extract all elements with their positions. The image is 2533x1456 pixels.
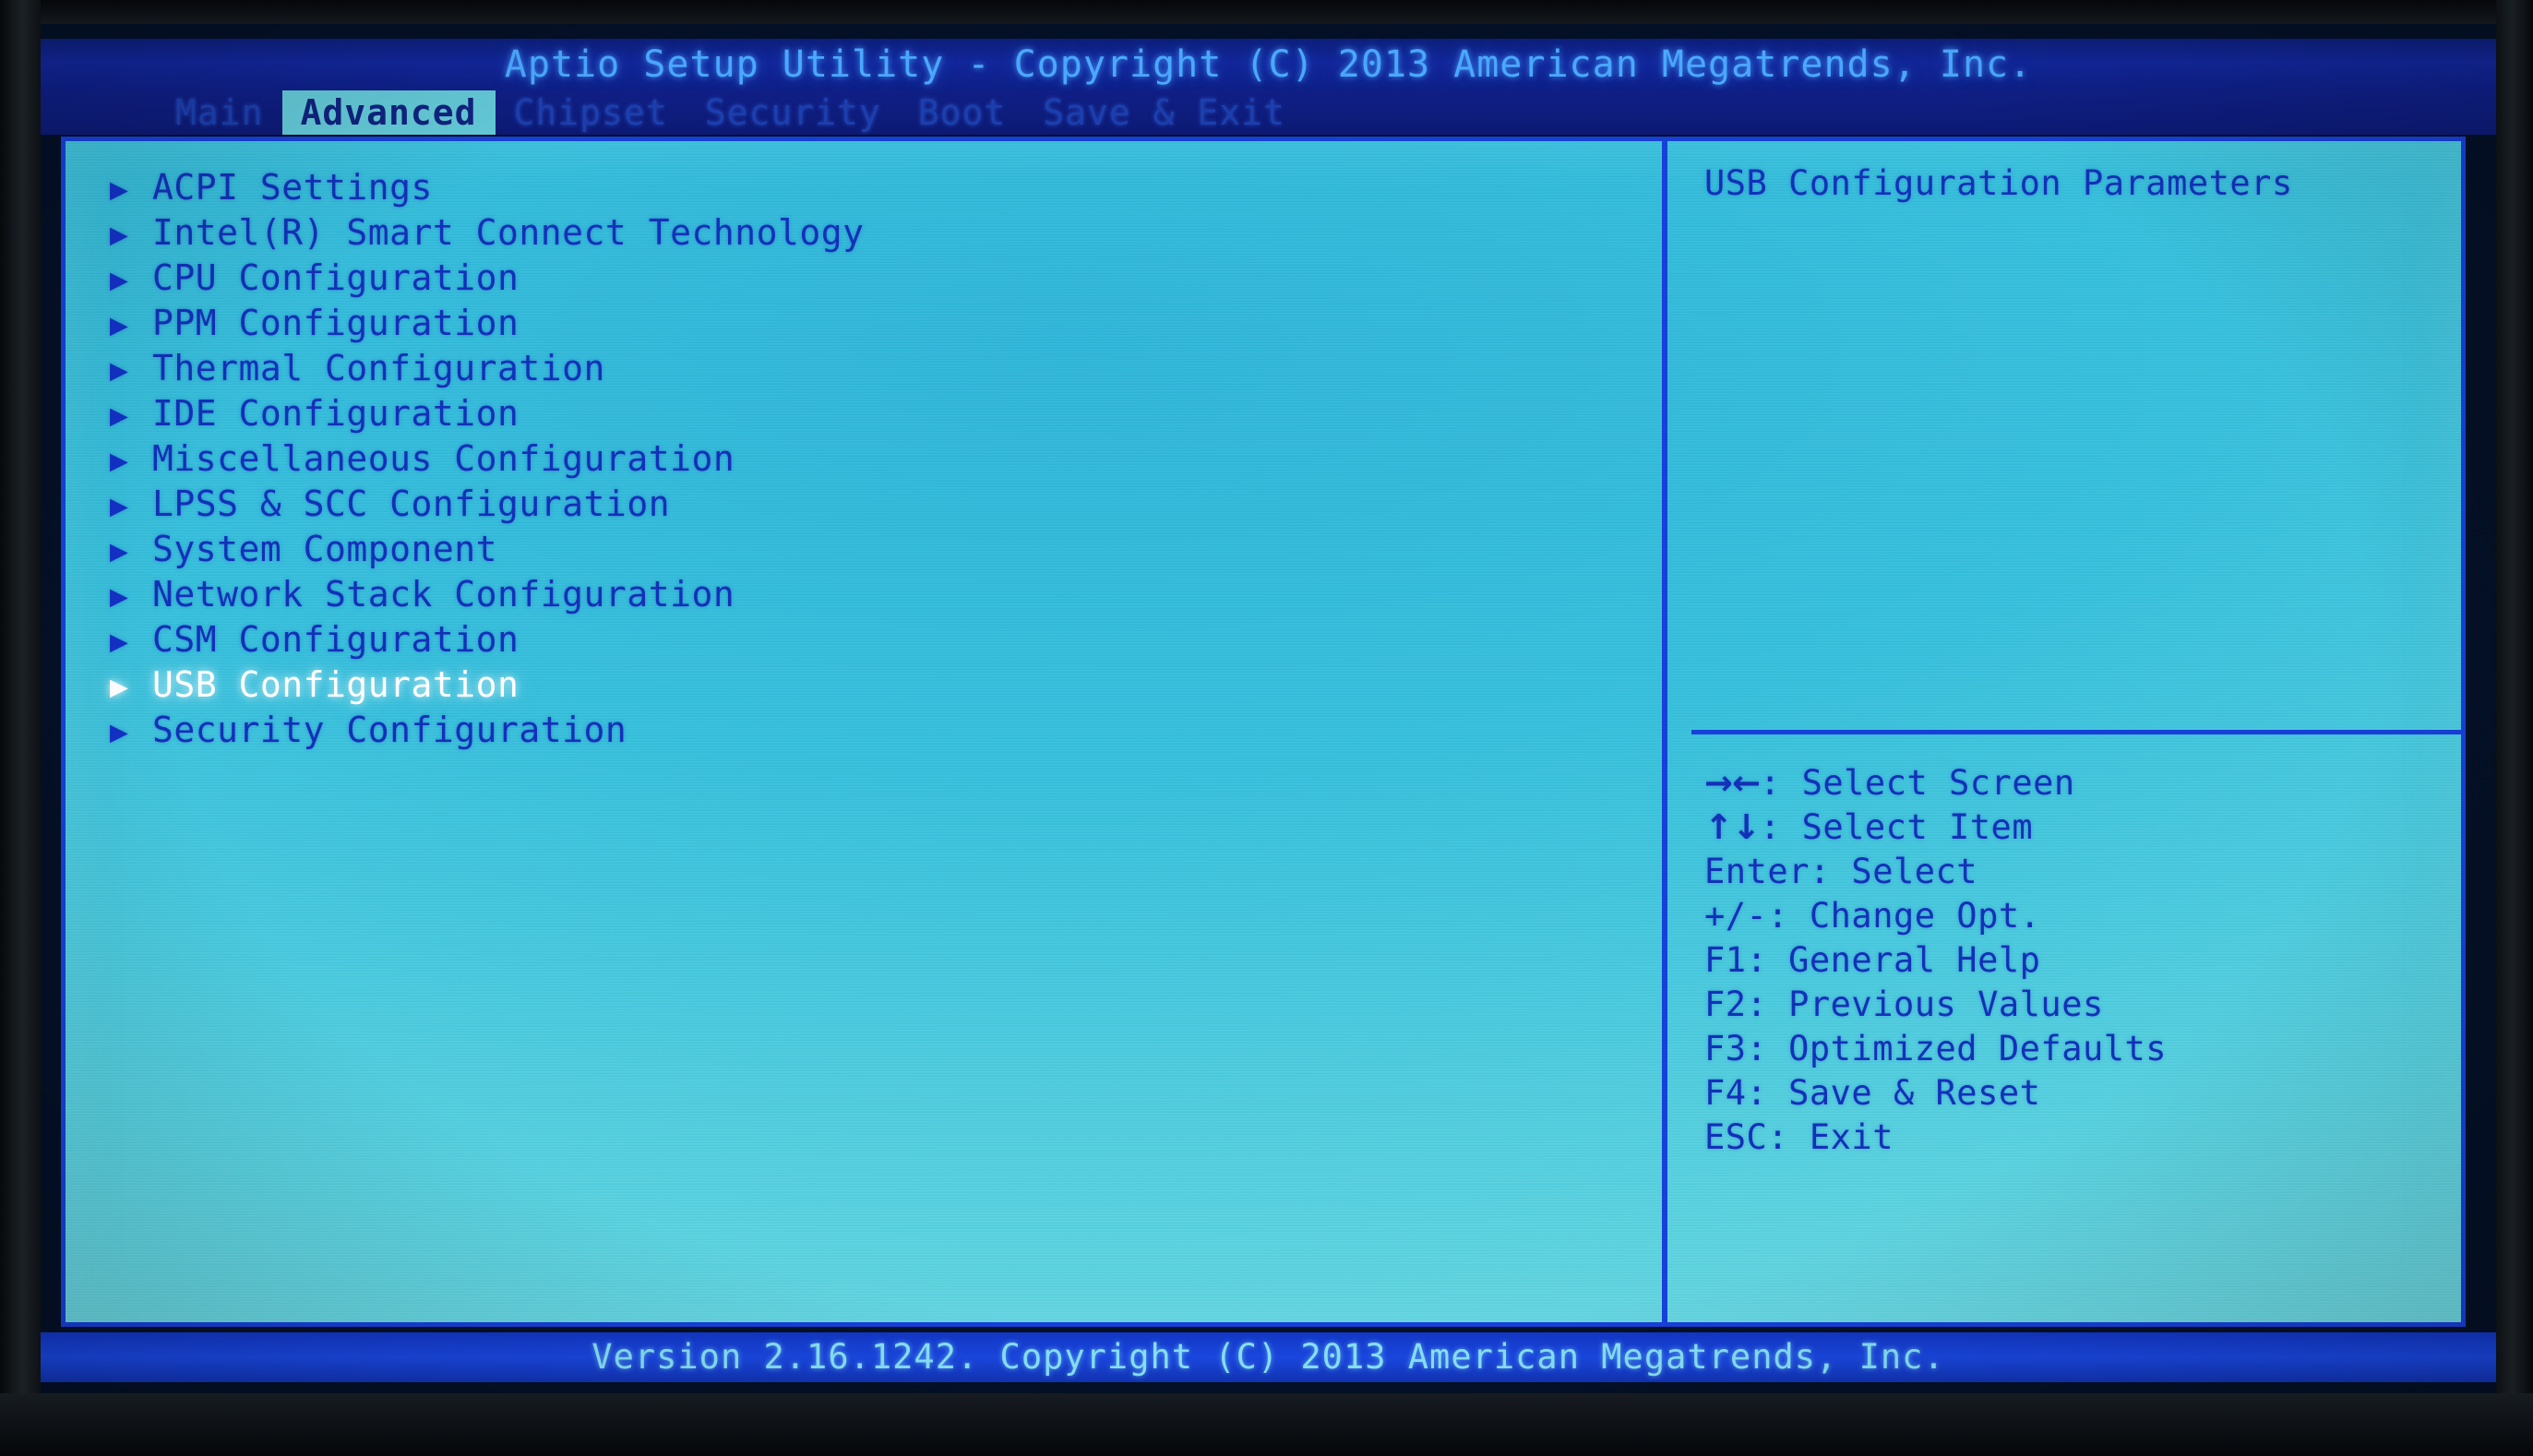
submenu-arrow-icon: ▶ (110, 623, 129, 659)
key-legend-label: F3: Optimized Defaults (1704, 1029, 2168, 1068)
key-legend-label: F4: Save & Reset (1704, 1073, 2041, 1113)
submenu-arrow-icon: ▶ (110, 532, 129, 568)
menu-item-intel-r-smart-connect-technology[interactable]: ▶ Intel(R) Smart Connect Technology (110, 210, 1632, 256)
menu-item-ide-configuration[interactable]: ▶ IDE Configuration (110, 391, 1632, 436)
submenu-arrow-icon: ▶ (110, 713, 129, 749)
tab-chipset[interactable]: Chipset (496, 90, 687, 135)
tab-main[interactable]: Main (157, 90, 282, 135)
menu-item-ppm-configuration[interactable]: ▶ PPM Configuration (110, 301, 1632, 346)
title-bar: Aptio Setup Utility - Copyright (C) 2013… (41, 39, 2496, 90)
menu-item-label: IDE Configuration (152, 393, 520, 434)
submenu-arrow-icon: ▶ (110, 261, 129, 297)
arrow-keys-icon: ↑↓ (1704, 807, 1761, 847)
key-legend-label: : Select Item (1760, 807, 2034, 847)
menu-item-cpu-configuration[interactable]: ▶ CPU Configuration (110, 256, 1632, 301)
menu-item-lpss-scc-configuration[interactable]: ▶ LPSS & SCC Configuration (110, 482, 1632, 527)
menu-item-label: Network Stack Configuration (152, 574, 735, 615)
submenu-arrow-icon: ▶ (110, 397, 129, 433)
menu-item-csm-configuration[interactable]: ▶ CSM Configuration (110, 617, 1632, 662)
submenu-arrow-icon: ▶ (110, 306, 129, 342)
key-legend-label: F2: Previous Values (1704, 985, 2104, 1024)
key-legend-row: F4: Save & Reset (1704, 1071, 2443, 1116)
arrow-keys-icon: →← (1704, 763, 1761, 803)
submenu-arrow-icon: ▶ (110, 442, 129, 478)
key-legend-list: →←: Select Screen ↑↓: Select Item Enter: S… (1704, 761, 2443, 1160)
bios-screen: Aptio Setup Utility - Copyright (C) 2013… (41, 24, 2496, 1393)
key-legend-row: ↑↓: Select Item (1704, 806, 2443, 850)
menu-item-miscellaneous-configuration[interactable]: ▶ Miscellaneous Configuration (110, 436, 1632, 482)
menu-item-thermal-configuration[interactable]: ▶ Thermal Configuration (110, 346, 1632, 391)
tab-security[interactable]: Security (687, 90, 900, 135)
monitor-bezel-right (2496, 0, 2533, 1456)
submenu-arrow-icon: ▶ (110, 578, 129, 614)
menu-item-label: CPU Configuration (152, 257, 520, 298)
menu-item-label: Intel(R) Smart Connect Technology (152, 212, 865, 253)
menu-item-list: ▶ ACPI Settings ▶ Intel(R) Smart Connect Te… (110, 165, 1632, 753)
bios-photo-frame: Aptio Setup Utility - Copyright (C) 2013… (0, 0, 2533, 1456)
key-legend-row: F3: Optimized Defaults (1704, 1027, 2443, 1071)
menu-item-usb-configuration[interactable]: ▶ USB Configuration (110, 662, 1632, 708)
monitor-bezel-top (0, 0, 2533, 24)
menu-item-label: Thermal Configuration (152, 348, 605, 388)
submenu-arrow-icon: ▶ (110, 668, 129, 704)
key-legend-row: F1: General Help (1704, 938, 2443, 983)
key-legend-row: Enter: Select (1704, 850, 2443, 894)
key-legend-label: ESC: Exit (1704, 1117, 1894, 1157)
key-legend-label: Enter: Select (1704, 852, 1978, 891)
menu-item-label: PPM Configuration (152, 303, 520, 343)
submenu-arrow-icon: ▶ (110, 216, 129, 252)
key-legend-label: : Select Screen (1760, 763, 2075, 803)
help-description: USB Configuration Parameters (1704, 163, 2293, 203)
pane-vertical-divider (1662, 141, 1667, 1322)
menu-item-label: Miscellaneous Configuration (152, 438, 735, 479)
menu-item-label: Security Configuration (152, 710, 627, 750)
menu-item-system-component[interactable]: ▶ System Component (110, 527, 1632, 572)
key-legend-row: →←: Select Screen (1704, 761, 2443, 806)
content-frame: ▶ ACPI Settings ▶ Intel(R) Smart Connect Te… (61, 137, 2466, 1327)
monitor-bezel-bottom (0, 1393, 2533, 1456)
help-pane: USB Configuration Parameters →←: Select … (1667, 141, 2461, 1322)
advanced-menu-pane: ▶ ACPI Settings ▶ Intel(R) Smart Connect Te… (66, 141, 1662, 1322)
key-legend-row: ESC: Exit (1704, 1116, 2443, 1160)
menu-tab-bar: Main Advanced Chipset Security Boot Save & Ex… (41, 90, 2496, 135)
key-legend-row: +/-: Change Opt. (1704, 894, 2443, 938)
menu-item-acpi-settings[interactable]: ▶ ACPI Settings (110, 165, 1632, 210)
tab-boot[interactable]: Boot (900, 90, 1025, 135)
menu-item-label: ACPI Settings (152, 167, 433, 208)
key-legend-row: F2: Previous Values (1704, 983, 2443, 1027)
key-legend-label: F1: General Help (1704, 940, 2041, 980)
menu-item-label: LPSS & SCC Configuration (152, 483, 671, 524)
submenu-arrow-icon: ▶ (110, 171, 129, 207)
menu-item-label: USB Configuration (152, 664, 520, 705)
version-footer: Version 2.16.1242. Copyright (C) 2013 Am… (41, 1332, 2496, 1382)
menu-item-label: CSM Configuration (152, 619, 520, 660)
key-legend-label: +/-: Change Opt. (1704, 896, 2041, 936)
submenu-arrow-icon: ▶ (110, 352, 129, 388)
monitor-bezel-left (0, 0, 41, 1456)
menu-item-network-stack-configuration[interactable]: ▶ Network Stack Configuration (110, 572, 1632, 617)
tab-save-exit[interactable]: Save & Exit (1024, 90, 1304, 135)
menu-item-label: System Component (152, 529, 498, 569)
menu-item-security-configuration[interactable]: ▶ Security Configuration (110, 708, 1632, 753)
help-horizontal-divider (1691, 730, 2461, 734)
submenu-arrow-icon: ▶ (110, 487, 129, 523)
tab-advanced[interactable]: Advanced (281, 90, 496, 135)
